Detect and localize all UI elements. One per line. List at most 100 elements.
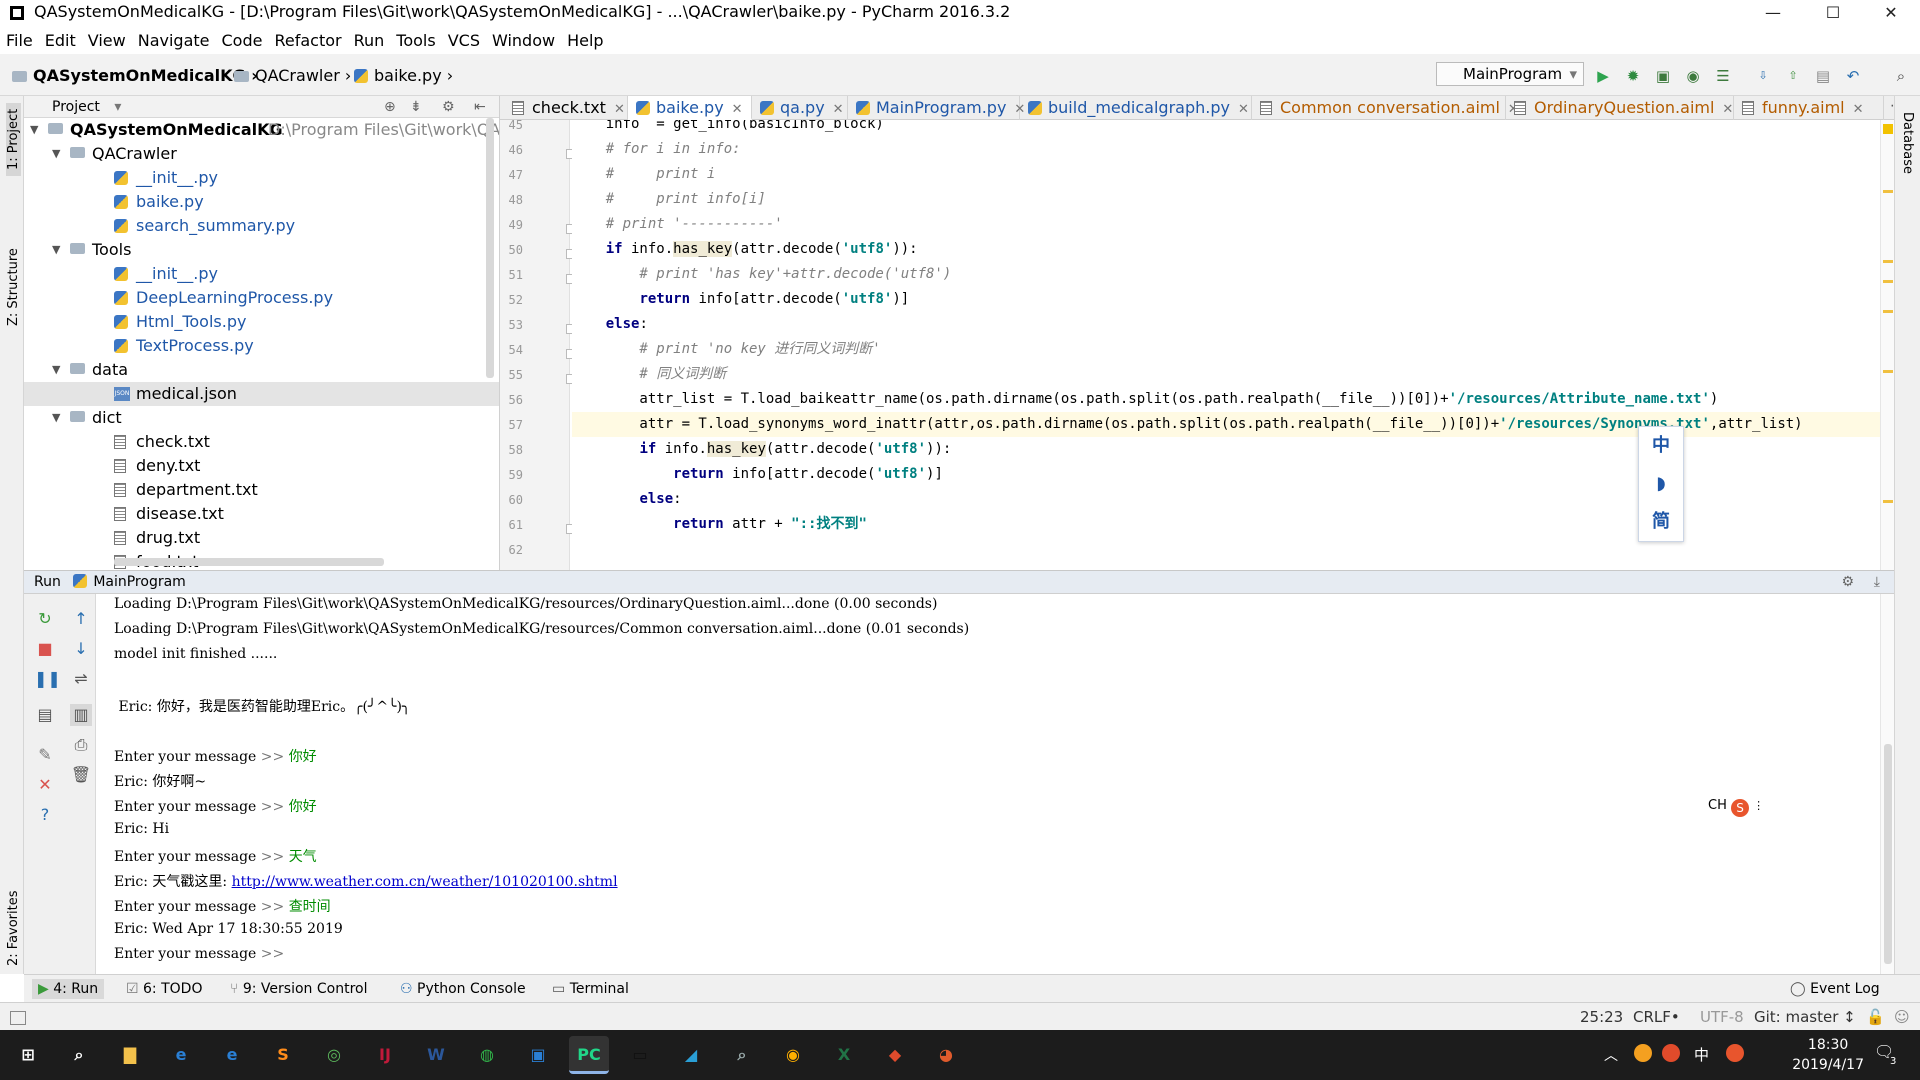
line-separator[interactable]: CRLF• [1633,1008,1680,1026]
close-icon[interactable]: ✕ [34,774,56,796]
profile-icon[interactable]: ◉ [1684,67,1702,85]
gear-icon[interactable]: ⚙ [1841,571,1854,593]
scroll-down-icon[interactable]: ↓ [70,638,92,660]
gear-icon[interactable]: ⚙ [442,96,455,118]
code-line[interactable]: info = get_info(basicInfo_block) [572,120,1882,137]
expand-arrow-icon[interactable]: ▼ [30,118,40,142]
git-branch[interactable]: Git: master ↕ [1754,1008,1856,1026]
taskbar-excel-icon[interactable]: X [824,1036,864,1074]
pin-icon[interactable]: ✎ [34,744,56,766]
tool-python-console[interactable]: ⚇ Python Console [394,979,532,999]
taskbar-stock-app-icon[interactable]: ◢ [671,1036,711,1074]
code-line[interactable]: attr = T.load_synonyms_word_inattr(attr,… [572,412,1882,437]
inspector-icon[interactable]: ☺ [1894,1008,1910,1026]
tree-file[interactable]: department.txt [24,478,499,502]
menu-navigate[interactable]: Navigate [138,28,210,54]
expand-arrow-icon[interactable]: ▼ [52,238,62,262]
favorites-tool-button[interactable]: 2: Favorites [6,890,21,966]
tree-folder[interactable]: ▼ data [24,358,499,382]
ime-halfwidth-toggle[interactable]: ◗ [1639,465,1683,503]
structure-tool-button[interactable]: Z: Structure [6,248,21,326]
run-console[interactable]: Loading D:\Program Files\Git\work\QASyst… [96,594,1880,974]
menu-tools[interactable]: Tools [396,28,435,54]
code-line[interactable]: # print 'no key 进行同义词判断' [572,337,1882,362]
toggle-toolwindows-icon[interactable] [10,1011,26,1025]
code-line[interactable] [572,537,1882,562]
taskbar-pycharm-icon[interactable]: PC [569,1036,609,1074]
taskbar-terminal-icon[interactable]: ▭ [620,1036,660,1074]
menu-window[interactable]: Window [492,28,555,54]
tree-file[interactable]: disease.txt [24,502,499,526]
stop-icon[interactable]: ■ [34,638,56,660]
close-tab-icon[interactable]: ✕ [1238,102,1249,117]
sogou-tray-icon[interactable] [1726,1044,1744,1062]
tree-file[interactable]: deny.txt [24,454,499,478]
menu-refactor[interactable]: Refactor [274,28,341,54]
ime-chinese-toggle[interactable]: 中 [1639,427,1683,465]
tree-scrollbar[interactable] [486,118,494,378]
clear-all-icon[interactable]: 🗑 [70,764,92,786]
tool-terminal[interactable]: ▭ Terminal [546,979,635,999]
code-line[interactable]: attr_list = T.load_baikeattr_name(os.pat… [572,387,1882,412]
tray-expand-icon[interactable]: ︿ [1604,1045,1618,1065]
code-line[interactable]: else: [572,487,1882,512]
print-icon[interactable]: ⎙ [70,734,92,756]
annotation-marker[interactable] [1883,310,1893,313]
tab-common-conversation-aiml[interactable]: Common conversation.aiml✕ [1252,96,1519,120]
taskbar-clock[interactable]: 18:30 2019/4/17 [1792,1035,1864,1075]
rerun-icon[interactable]: ↻ [34,608,56,630]
taskbar-sublime-text-icon[interactable]: S [263,1036,303,1074]
breadcrumb-folder[interactable]: QACrawler › [234,66,351,85]
tree-file[interactable]: search_summary.py [24,214,499,238]
pause-icon[interactable]: ❚❚ [34,668,61,690]
ime-simplified-toggle[interactable]: 简 [1639,503,1683,541]
revert-icon[interactable]: ↶ [1844,67,1862,85]
scroll-up-icon[interactable]: ↑ [70,608,92,630]
breadcrumb-project[interactable]: QASystemOnMedicalKG › [12,66,258,85]
vcs-commit-icon[interactable]: ⇧ [1784,67,1802,85]
tree-file[interactable]: DeepLearningProcess.py [24,286,499,310]
taskbar-windows-start-icon[interactable]: ⊞ [8,1036,48,1074]
help-icon[interactable]: ? [34,804,56,826]
restore-layout-icon[interactable]: ▤ [34,704,56,726]
tray-app-icon[interactable] [1662,1044,1680,1062]
taskbar-app-window-icon[interactable]: ▣ [518,1036,558,1074]
taskbar-word-icon[interactable]: W [416,1036,456,1074]
taskbar-git-tool-icon[interactable]: ◆ [875,1036,915,1074]
hide-panel-icon[interactable]: ⤓ [1874,571,1880,593]
soft-wrap-icon[interactable]: ⇌ [70,668,92,690]
tree-file[interactable]: drug.txt [24,526,499,550]
search-icon[interactable]: ⌕ [1892,67,1910,85]
ime-mode-indicator[interactable]: 中 [1694,1044,1709,1065]
code-line[interactable]: else: [572,312,1882,337]
minimize-button[interactable]: — [1750,0,1796,28]
close-button[interactable]: ✕ [1868,0,1914,28]
tree-file[interactable]: __init__.py [24,166,499,190]
weather-link[interactable]: http://www.weather.com.cn/weather/101020… [232,874,618,890]
tree-folder[interactable]: ▼ Tools [24,238,499,262]
run-config-label[interactable]: MainProgram [93,574,186,590]
database-tool-button[interactable]: Database [1900,112,1915,174]
expand-arrow-icon[interactable]: ▼ [52,406,62,430]
tab-ordinaryquestion-aiml[interactable]: OrdinaryQuestion.aiml ✕ [1506,96,1734,120]
code-line[interactable]: # print 'has key'+attr.decode('utf8') [572,262,1882,287]
tab-build-medicalgraph-py[interactable]: build_medicalgraph.py ✕ [1020,96,1252,120]
menu-run[interactable]: Run [354,28,385,54]
code-editor[interactable]: info = get_info(basicInfo_block) # for i… [572,120,1882,570]
tray-app-icon[interactable] [1634,1044,1652,1062]
code-line[interactable]: # print '-----------' [572,212,1882,237]
code-line[interactable]: # 同义词判断 [572,362,1882,387]
coverage-icon[interactable]: ▣ [1654,67,1672,85]
scrollbar-thumb[interactable] [1884,744,1892,964]
tab-funny-aiml[interactable]: funny.aiml ✕ [1734,96,1884,120]
debug-icon[interactable]: ✹ [1624,67,1642,85]
menu-help[interactable]: Help [567,28,603,54]
annotation-marker[interactable] [1883,370,1893,373]
code-line[interactable]: return attr + "::找不到" [572,512,1882,537]
chevron-down-icon[interactable]: ▾ [114,99,121,115]
warning-marker[interactable] [1883,124,1893,134]
code-line[interactable]: # print info[i] [572,187,1882,212]
scroll-to-end-icon[interactable]: ▥ [70,704,92,726]
tree-file[interactable]: JSON medical.json [24,382,499,406]
annotation-marker[interactable] [1883,500,1893,503]
